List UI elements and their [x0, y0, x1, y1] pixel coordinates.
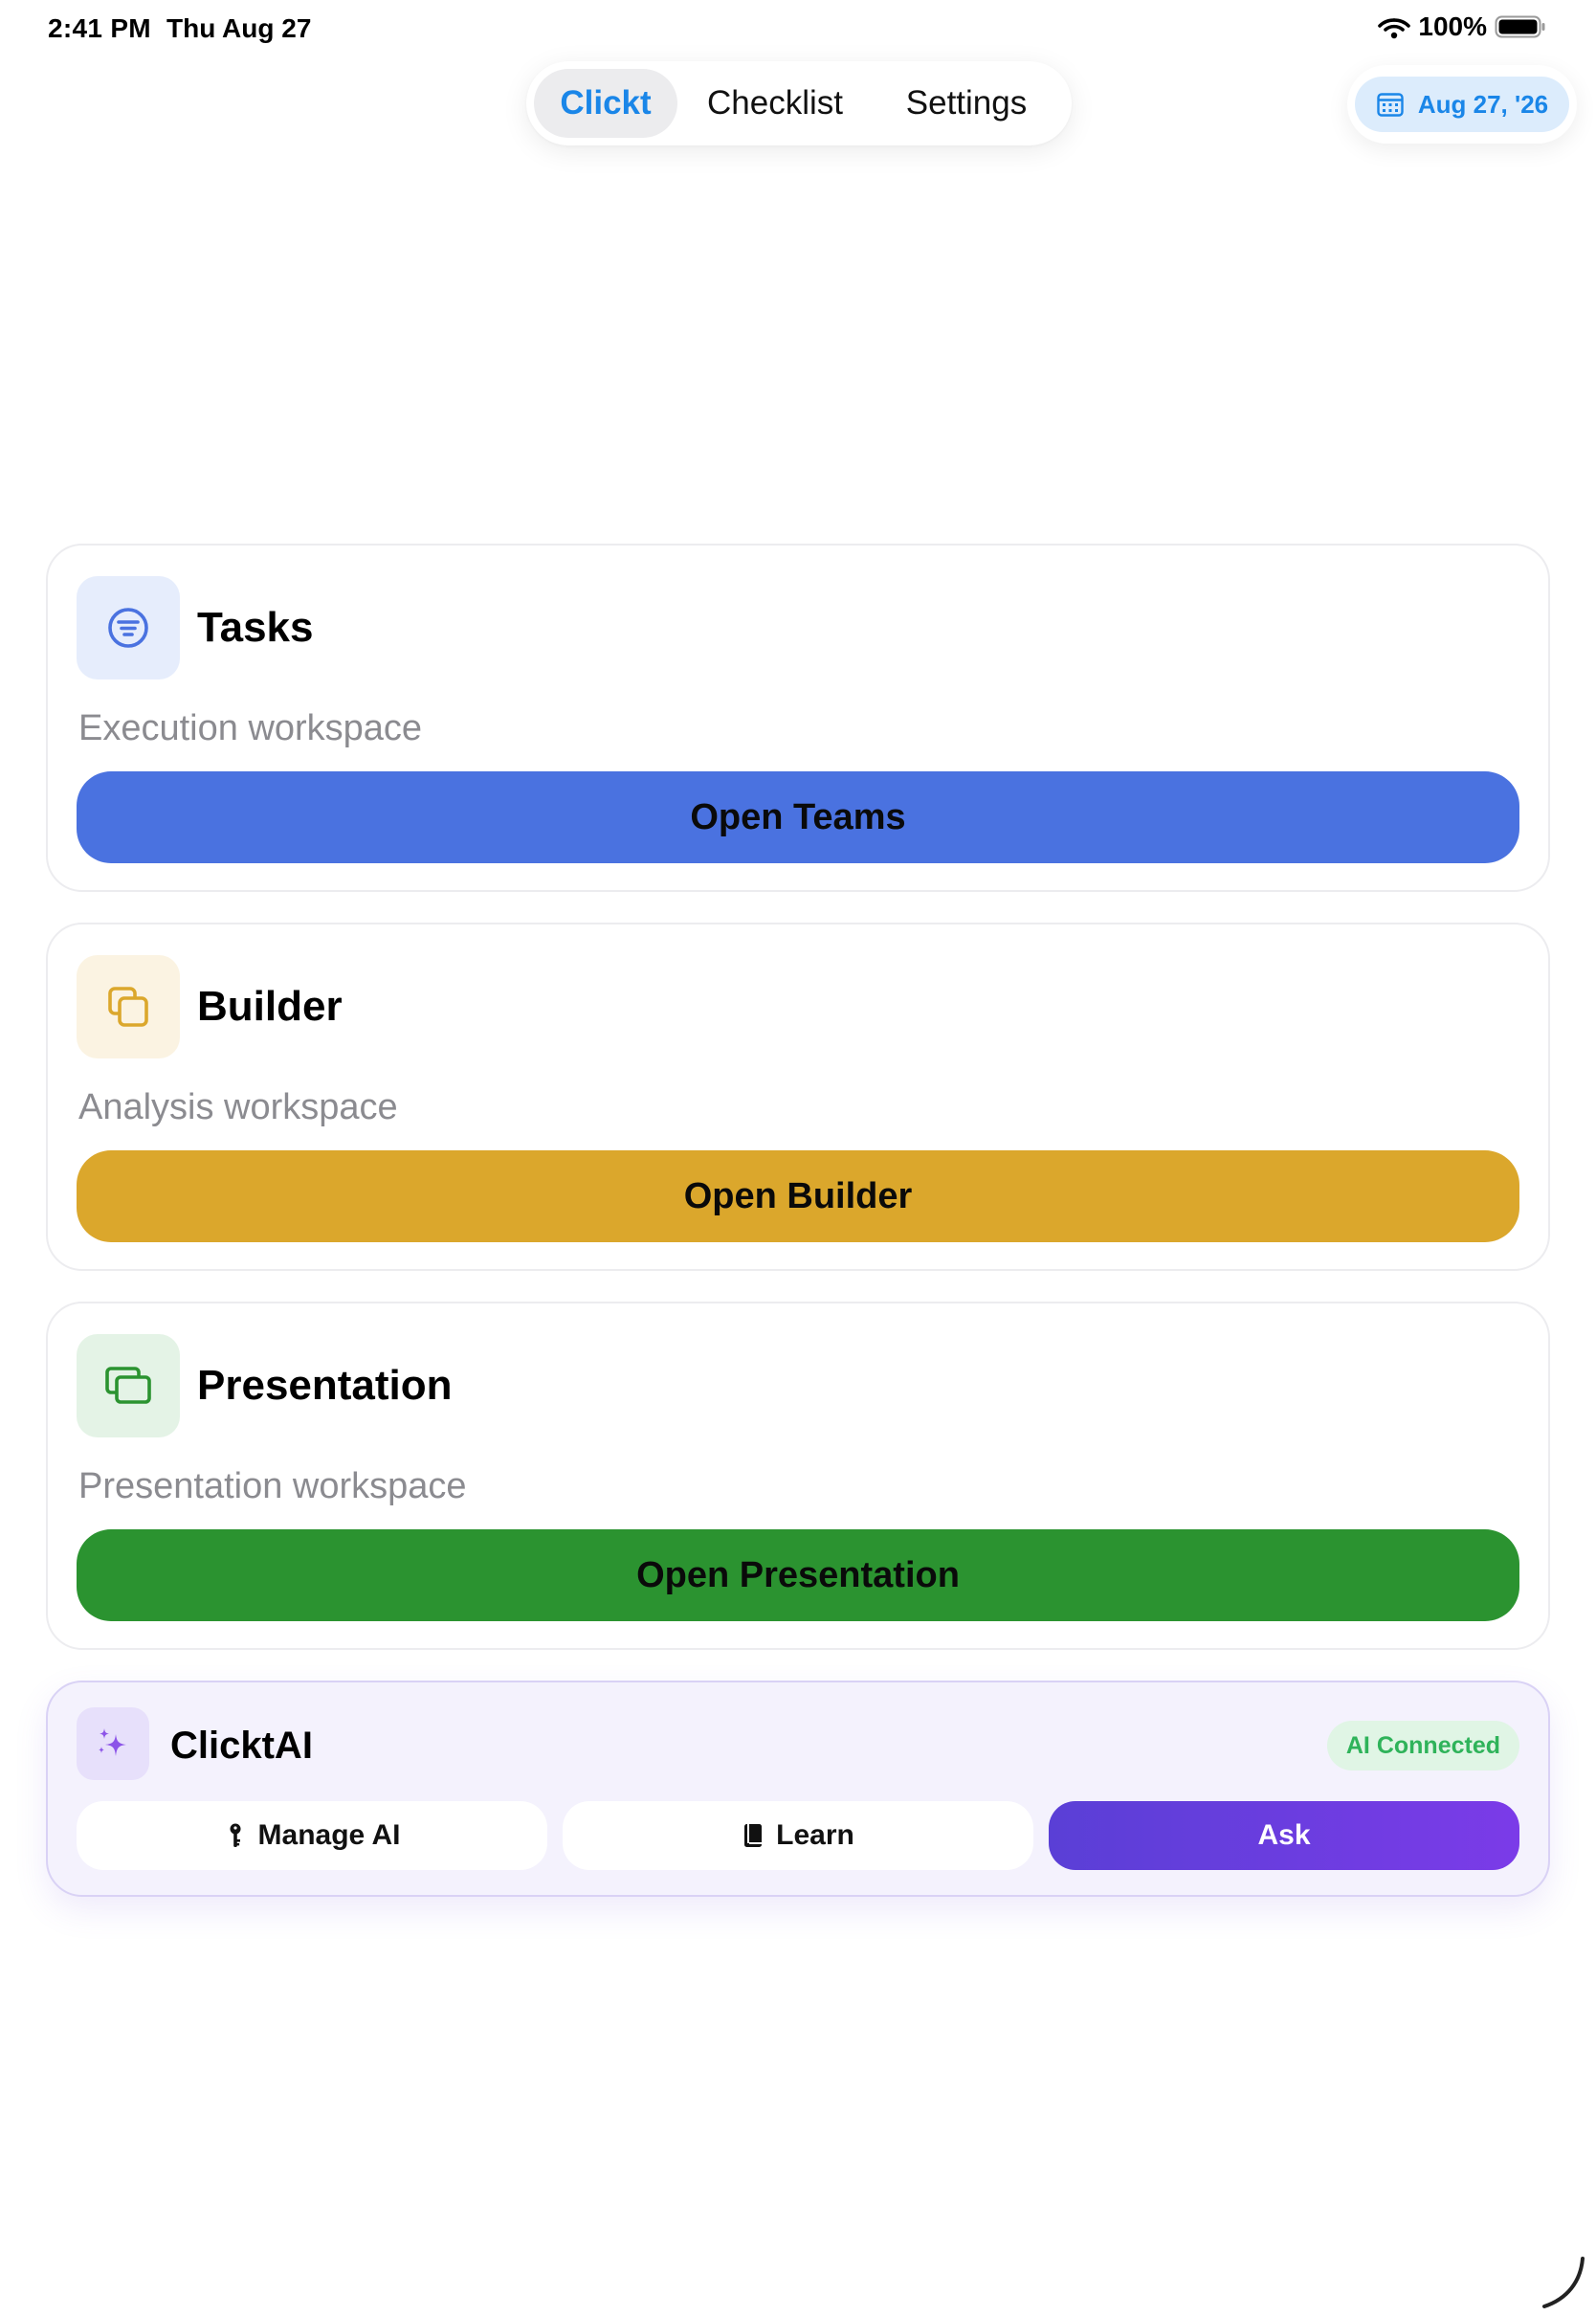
key-icon: [230, 1823, 241, 1847]
segmented-nav: Clickt Checklist Settings: [526, 61, 1072, 145]
stacked-windows-icon: [105, 1367, 151, 1404]
status-time: 2:41 PM: [48, 13, 151, 43]
ask-button[interactable]: Ask: [1049, 1801, 1519, 1870]
ai-status-badge: AI Connected: [1326, 1721, 1519, 1770]
resize-handle-icon[interactable]: [1539, 2253, 1588, 2310]
presentation-icon-box: [77, 1334, 180, 1437]
tab-settings[interactable]: Settings: [873, 69, 1060, 138]
manage-ai-button[interactable]: Manage AI: [77, 1801, 547, 1870]
sparkles-icon: [99, 1728, 126, 1756]
status-indicators: 100%: [1378, 11, 1546, 42]
filter-list-icon: [108, 608, 148, 648]
tasks-title: Tasks: [197, 604, 314, 651]
book-icon: [744, 1824, 763, 1847]
ai-title: ClicktAI: [170, 1725, 313, 1767]
manage-ai-label: Manage AI: [257, 1819, 401, 1851]
date-pill-button[interactable]: Aug 27, '26: [1355, 77, 1569, 132]
open-teams-button[interactable]: Open Teams: [77, 771, 1519, 863]
ask-label: Ask: [1257, 1819, 1311, 1851]
builder-subtitle: Analysis workspace: [78, 1087, 398, 1127]
learn-label: Learn: [776, 1819, 854, 1851]
tasks-subtitle: Execution workspace: [78, 708, 423, 748]
tasks-icon-box: [77, 576, 180, 679]
date-pill-label: Aug 27, '26: [1417, 89, 1549, 119]
tab-checklist[interactable]: Checklist: [677, 69, 873, 138]
clicktai-card: ClicktAI AI Connected Manage AI Learn As…: [46, 1681, 1550, 1897]
battery-icon: [1495, 15, 1545, 38]
tab-clickt[interactable]: Clickt: [534, 69, 677, 138]
open-builder-button[interactable]: Open Builder: [77, 1150, 1519, 1242]
calendar-icon: [1377, 93, 1404, 117]
wifi-icon: [1378, 18, 1411, 39]
builder-title: Builder: [197, 983, 343, 1030]
date-pill-container: Aug 27, '26: [1347, 65, 1577, 144]
battery-percent: 100%: [1418, 11, 1487, 41]
card-builder: Builder Analysis workspace Open Builder: [46, 923, 1550, 1271]
status-date: Thu Aug 27: [166, 13, 312, 43]
presentation-title: Presentation: [197, 1362, 453, 1409]
presentation-subtitle: Presentation workspace: [78, 1466, 467, 1506]
learn-button[interactable]: Learn: [563, 1801, 1033, 1870]
ai-icon-box: [77, 1707, 149, 1780]
stacked-squares-icon: [108, 987, 148, 1027]
card-tasks: Tasks Execution workspace Open Teams: [46, 544, 1550, 892]
builder-icon-box: [77, 955, 180, 1058]
card-presentation: Presentation Presentation workspace Open…: [46, 1302, 1550, 1650]
status-bar: 2:41 PM Thu Aug 27 100%: [0, 0, 1596, 61]
open-presentation-button[interactable]: Open Presentation: [77, 1529, 1519, 1621]
